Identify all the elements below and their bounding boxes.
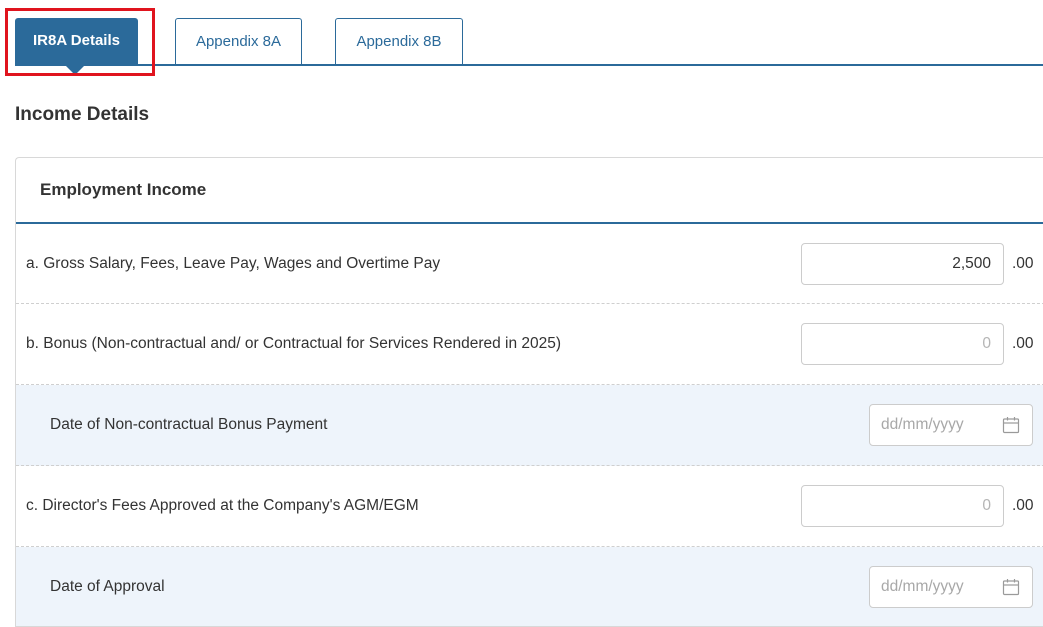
approval-date-label: Date of Approval xyxy=(50,577,165,595)
bonus-label: b. Bonus (Non-contractual and/ or Contra… xyxy=(26,335,562,352)
bonus-input[interactable] xyxy=(801,323,1004,365)
directors-fees-cents: .00 xyxy=(1012,497,1034,514)
bonus-date-label: Date of Non-contractual Bonus Payment xyxy=(50,416,328,433)
gross-salary-cents: .00 xyxy=(1012,254,1034,272)
bonus-row: b. Bonus (Non-contractual and/ or Contra… xyxy=(16,304,1043,385)
calendar-icon[interactable] xyxy=(1002,416,1020,434)
section-title: Income Details xyxy=(15,104,150,125)
tab-appendix-8a[interactable]: Appendix 8A xyxy=(175,18,302,64)
tab-bar: IR8A Details Appendix 8A Appendix 8B xyxy=(0,0,1043,80)
bonus-cents: .00 xyxy=(1012,335,1034,352)
tab-ir8a-details[interactable]: IR8A Details xyxy=(15,18,138,64)
employment-income-card: Employment Income a. Gross Salary, Fees,… xyxy=(15,157,1043,627)
directors-fees-input[interactable] xyxy=(801,485,1004,527)
bonus-date-input[interactable]: dd/mm/yyyy xyxy=(869,404,1033,446)
tab-underline xyxy=(15,64,1043,66)
approval-date-placeholder: dd/mm/yyyy xyxy=(881,577,964,595)
gross-salary-row: a. Gross Salary, Fees, Leave Pay, Wages … xyxy=(16,224,1043,304)
calendar-icon[interactable] xyxy=(1002,578,1020,596)
active-tab-pointer xyxy=(64,64,86,75)
gross-salary-label: a. Gross Salary, Fees, Leave Pay, Wages … xyxy=(26,254,441,272)
directors-fees-label: c. Director's Fees Approved at the Compa… xyxy=(26,497,419,514)
directors-fees-row: c. Director's Fees Approved at the Compa… xyxy=(16,466,1043,547)
approval-date-row: Date of Approval dd/mm/yyyy xyxy=(16,547,1043,626)
card-title: Employment Income xyxy=(16,158,1043,224)
tab-appendix-8b[interactable]: Appendix 8B xyxy=(335,18,463,64)
gross-salary-input[interactable] xyxy=(801,242,1004,285)
bonus-date-row: Date of Non-contractual Bonus Payment dd… xyxy=(16,385,1043,466)
bonus-date-placeholder: dd/mm/yyyy xyxy=(881,416,964,433)
approval-date-input[interactable]: dd/mm/yyyy xyxy=(869,565,1033,608)
